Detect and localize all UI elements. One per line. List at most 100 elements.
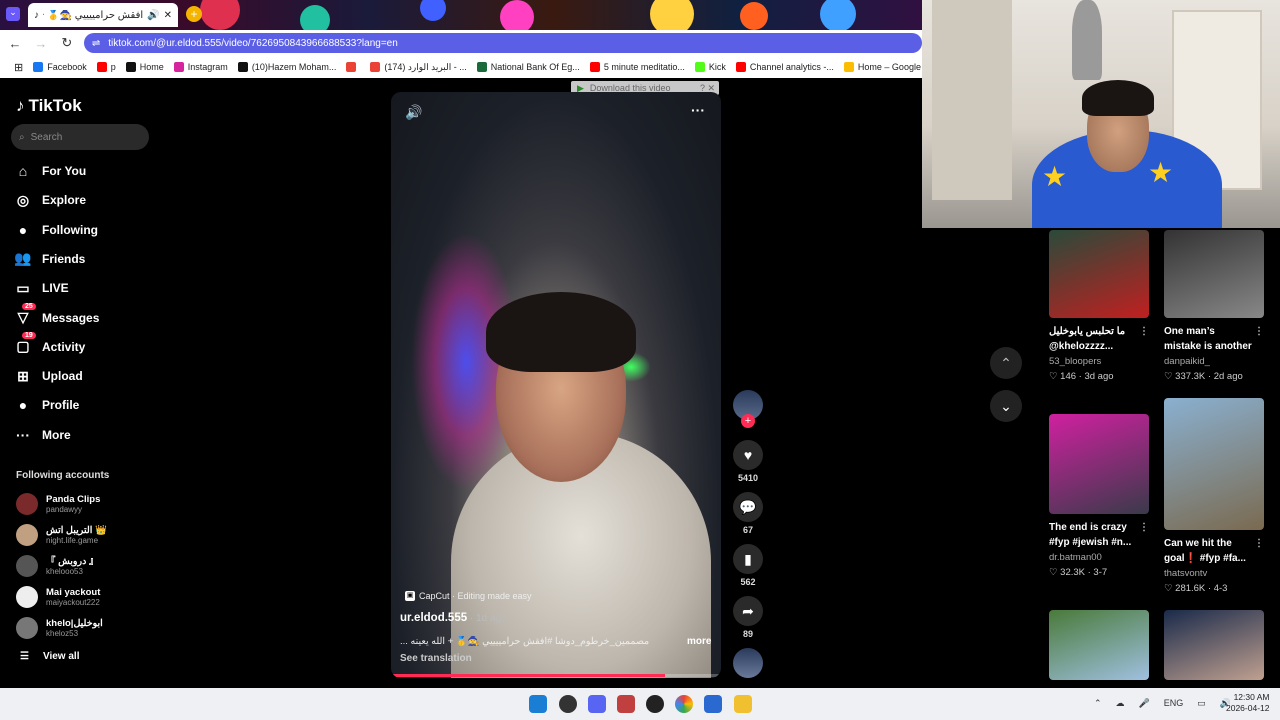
next-video-button[interactable]: ⌄ [990, 390, 1022, 422]
video-thumbnail[interactable] [1049, 610, 1149, 680]
video-thumbnail[interactable] [1049, 230, 1149, 318]
video-thumbnail[interactable] [1049, 414, 1149, 514]
bookmark-item[interactable]: Kick [694, 62, 726, 72]
video-creator[interactable]: danpaikid_ [1164, 356, 1264, 367]
apps-grid-icon[interactable]: ⊞ [14, 61, 23, 74]
card-more-icon[interactable]: ⋮ [1254, 324, 1264, 339]
video-thumbnail[interactable] [1164, 230, 1264, 318]
video-title[interactable]: ما تحلبس يابوخليل @khelozzzz... ⋮ [1049, 324, 1149, 354]
view-all-button[interactable]: ☰ View all [20, 651, 79, 662]
share-button[interactable]: ➦ 89 [732, 596, 764, 639]
nav-item-friends[interactable]: 👥 Friends [14, 248, 144, 270]
nav-item-following[interactable]: ● Following [14, 219, 144, 241]
nav-item-profile[interactable]: ● Profile [14, 394, 144, 416]
following-account[interactable]: Mai yackout maiyackout222 [16, 584, 146, 610]
app-icon[interactable] [559, 695, 577, 713]
tab-list-icon[interactable]: ⌄ [6, 7, 20, 21]
microphone-icon[interactable]: 🎤 [1139, 698, 1150, 709]
app-icon-active[interactable] [617, 695, 635, 713]
url-input[interactable]: ⇌ tiktok.com/@ur.eldod.555/video/7626950… [83, 33, 922, 53]
nav-item-live[interactable]: ▭ LIVE [14, 277, 144, 299]
speaker-icon[interactable]: 🔊 [147, 10, 159, 21]
nav-item-upload[interactable]: ⊞ Upload [14, 365, 144, 387]
video-creator[interactable]: dr.batman00 [1049, 552, 1149, 563]
nav-item-for-you[interactable]: ⌂ For You [14, 160, 144, 182]
file-explorer-icon[interactable] [734, 695, 752, 713]
save-button[interactable]: ▮ 562 [732, 544, 764, 587]
following-account[interactable]: 『 دروبش 』 khelooo53 [16, 553, 146, 579]
like-button[interactable]: ♥ 5410 [732, 440, 764, 483]
bookmark-item[interactable]: Home [125, 62, 164, 72]
recommended-video-card[interactable]: The end is crazy #fyp #jewish #n... ⋮ dr.b… [1049, 414, 1149, 578]
video-title[interactable]: One man’s mistake is another man’s...⋮ [1164, 324, 1264, 354]
video-creator[interactable]: thatsvontv [1164, 568, 1264, 579]
video-more-icon[interactable]: ··· [691, 102, 705, 118]
cloud-icon[interactable]: ☁ [1116, 698, 1125, 709]
follow-plus-icon[interactable]: + [741, 414, 755, 428]
video-thumbnail[interactable] [1164, 610, 1264, 680]
bookmark-label: p [110, 62, 116, 72]
discord-icon[interactable] [588, 695, 606, 713]
nav-item-activity[interactable]: ▢ 19 Activity [14, 331, 144, 358]
nav-item-messages[interactable]: ▽ 25 Messages [14, 302, 144, 329]
language-indicator[interactable]: ENG [1164, 698, 1184, 709]
bookmark-item[interactable]: Home – Google Ad... [843, 62, 922, 72]
music-disc-button[interactable] [732, 648, 764, 678]
following-account[interactable]: التريبل اتش 👑 night.life.game [16, 522, 146, 548]
new-tab-button[interactable]: + [186, 6, 202, 22]
video-creator[interactable]: 53_bloopers [1049, 356, 1149, 367]
tiktok-logo[interactable]: ♪ TikTok [16, 96, 82, 116]
video-title[interactable]: Can we hit the goal❗ #fyp #fa... ⋮ [1164, 536, 1264, 566]
see-translation-link[interactable]: See translation [400, 653, 472, 664]
app-icon[interactable] [704, 695, 722, 713]
active-tab[interactable]: ♪ افقش حرامييييي 🧙🥇 + 🔊 ✕ [28, 3, 178, 27]
volume-icon[interactable]: 🔊 [405, 104, 422, 121]
reload-icon[interactable]: ↻ [56, 32, 78, 54]
recommended-video-card[interactable]: ما تحلبس يابوخليل @khelozzzz... ⋮ 53_bloop… [1049, 230, 1149, 382]
chevron-up-icon[interactable]: ⌃ [1094, 698, 1102, 709]
bookmark-item[interactable]: p [96, 62, 116, 72]
card-more-icon[interactable]: ⋮ [1139, 520, 1149, 535]
bookmark-item[interactable]: 5 minute meditatio... [589, 62, 685, 72]
video-thumbnail[interactable] [1164, 398, 1264, 530]
bookmark-item[interactable]: (10)Hazem Moham... [237, 62, 336, 72]
bookmark-item[interactable]: Instagram [173, 62, 228, 72]
obs-icon[interactable] [646, 695, 664, 713]
comment-button[interactable]: 💬 67 [732, 492, 764, 535]
forward-icon[interactable]: → [30, 32, 52, 54]
bookmark-item[interactable]: (174) البريد الوارد - ... [370, 62, 467, 73]
previous-video-button[interactable]: ⌃ [990, 347, 1022, 379]
close-tab-icon[interactable]: ✕ [164, 10, 172, 21]
card-more-icon[interactable]: ⋮ [1139, 324, 1149, 339]
account-name: Mai yackout [46, 586, 101, 598]
monitor-icon[interactable]: ▭ [1197, 698, 1206, 709]
creator-avatar-button[interactable]: + [732, 390, 764, 428]
nav-item-more[interactable]: ··· More [14, 424, 144, 446]
following-account[interactable]: Panda Clips pandawyy [16, 491, 146, 517]
card-more-icon[interactable]: ⋮ [1254, 536, 1264, 551]
chrome-icon[interactable] [675, 695, 693, 713]
clock[interactable]: 12:30 AM 2026-04-12 [1226, 692, 1269, 714]
capcut-tag[interactable]: ▣ CapCut · Editing made easy [405, 591, 532, 601]
recommended-video-card[interactable] [1164, 610, 1264, 680]
video-player[interactable]: 🔊 ··· ▣ CapCut · Editing made easy ur.el… [391, 92, 721, 678]
bookmark-item[interactable] [346, 62, 360, 72]
following-account[interactable]: khelo|ابوخليل kheloz53 [16, 615, 146, 641]
bookmark-item[interactable]: Channel analytics -... [735, 62, 834, 72]
search-input[interactable]: ⌕ Search [11, 124, 149, 150]
site-info-icon[interactable]: ⇌ [92, 38, 100, 49]
bookmark-item[interactable]: Facebook [33, 62, 87, 72]
recommended-video-card[interactable]: One man’s mistake is another man’s...⋮ da… [1164, 230, 1264, 382]
nav-item-explore[interactable]: ◎ Explore [14, 189, 144, 211]
windows-start-icon[interactable] [529, 695, 547, 713]
video-progress-bar[interactable] [391, 674, 721, 677]
more-button[interactable]: more [687, 636, 711, 647]
bookmark-item[interactable]: National Bank Of Eg... [476, 62, 580, 72]
recommended-video-card[interactable] [1049, 610, 1149, 680]
recommended-video-card[interactable]: Can we hit the goal❗ #fyp #fa... ⋮ thatsvo… [1164, 398, 1264, 594]
video-author[interactable]: ur.eldod.555 · 1d ago [400, 612, 507, 624]
video-title[interactable]: The end is crazy #fyp #jewish #n... ⋮ [1049, 520, 1149, 550]
video-title-text: One man’s mistake is another man’s... [1164, 326, 1252, 352]
home-icon: ⌂ [18, 163, 28, 179]
back-icon[interactable]: ← [4, 32, 26, 54]
